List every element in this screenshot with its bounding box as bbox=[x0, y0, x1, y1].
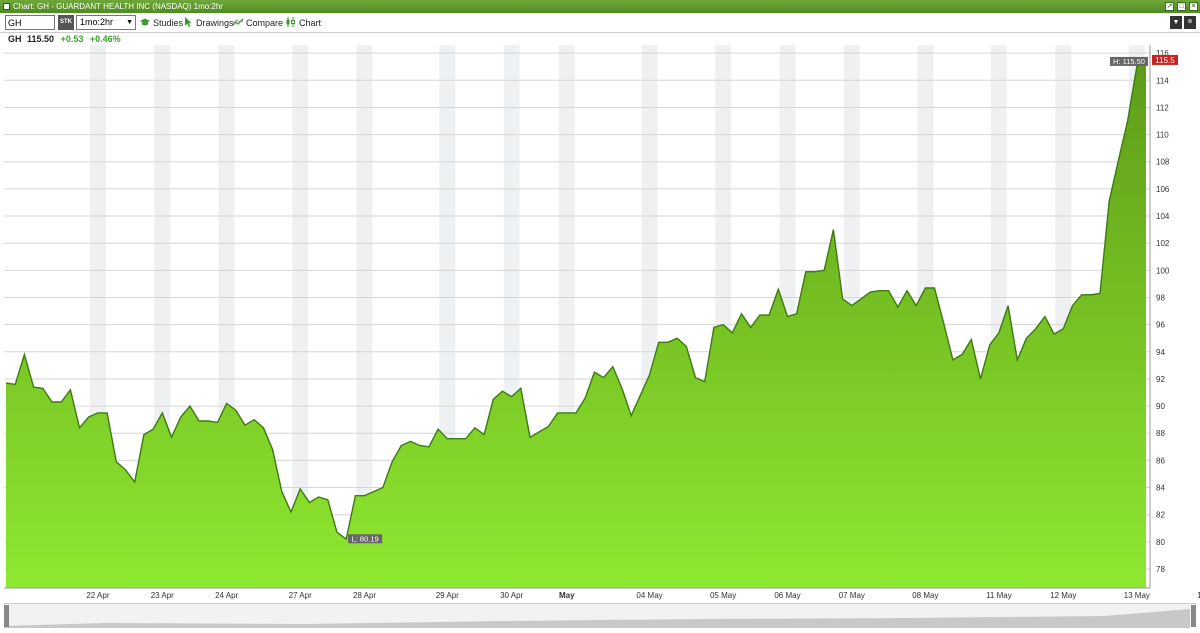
y-tick-label: 80 bbox=[1156, 538, 1165, 547]
y-tick-label: 88 bbox=[1156, 429, 1165, 438]
panel-dropdown-icon[interactable]: ▼ bbox=[1170, 16, 1182, 29]
quote-last-price: 115.50 bbox=[27, 34, 55, 44]
candlestick-icon bbox=[286, 17, 295, 27]
compare-label: Compare bbox=[246, 18, 284, 28]
navigator-preview bbox=[4, 609, 1190, 628]
drawings-button[interactable]: Drawings bbox=[183, 16, 234, 30]
compare-button[interactable]: Compare bbox=[233, 16, 283, 30]
chart-toolbar: STK 1mo:2hr ▼ Studies Drawings Compare C… bbox=[0, 13, 1200, 33]
quote-change: +0.53 bbox=[60, 34, 84, 44]
x-tick-label: 27 Apr bbox=[289, 591, 312, 600]
window-title: Chart: GH - GUARDANT HEALTH INC (NASDAQ)… bbox=[13, 2, 223, 11]
navigator-left-handle[interactable] bbox=[4, 605, 9, 627]
window-app-icon bbox=[3, 3, 10, 10]
quote-change-percent: +0.46% bbox=[89, 34, 121, 44]
studies-label: Studies bbox=[153, 18, 184, 28]
x-tick-label: 12 May bbox=[1050, 591, 1076, 600]
x-tick-label: 24 Apr bbox=[215, 591, 238, 600]
high-marker: H: 115.50 bbox=[1110, 56, 1148, 66]
x-tick-label: 13 May bbox=[1124, 591, 1150, 600]
window-title-bar: Chart: GH - GUARDANT HEALTH INC (NASDAQ)… bbox=[0, 0, 1200, 13]
y-tick-label: 94 bbox=[1156, 348, 1165, 357]
quote-symbol: GH bbox=[8, 34, 22, 44]
y-tick-label: 112 bbox=[1156, 103, 1169, 112]
x-tick-label: 07 May bbox=[839, 591, 865, 600]
x-tick-label: 06 May bbox=[774, 591, 800, 600]
last-price-tag: 115.5 bbox=[1152, 54, 1178, 65]
low-label: L: 80.19 bbox=[352, 534, 379, 543]
studies-button[interactable]: Studies bbox=[140, 16, 183, 30]
y-tick-label: 114 bbox=[1156, 76, 1169, 85]
chevron-down-icon: ▼ bbox=[126, 19, 133, 26]
price-chart[interactable]: 78 80 82 84 86 88 90 92 94 96 98 100 102 104 106 108 110… bbox=[0, 0, 1200, 631]
link-group-icon[interactable]: ⊚ bbox=[1184, 16, 1196, 29]
chart-type-button[interactable]: Chart bbox=[286, 16, 321, 30]
period-select-value: 1mo:2hr bbox=[80, 17, 114, 27]
y-tick-label: 106 bbox=[1156, 185, 1170, 194]
y-tick-label: 82 bbox=[1156, 511, 1165, 520]
y-tick-label: 108 bbox=[1156, 158, 1170, 167]
y-tick-label: 98 bbox=[1156, 293, 1165, 302]
security-type-button[interactable]: STK bbox=[58, 15, 74, 30]
quote-summary: GH 115.50 +0.53 +0.46% bbox=[8, 34, 121, 44]
y-tick-label: 92 bbox=[1156, 375, 1165, 384]
detach-window-icon[interactable]: ↗ bbox=[1165, 2, 1174, 11]
x-tick-label: 23 Apr bbox=[151, 591, 174, 600]
y-tick-label: 84 bbox=[1156, 484, 1165, 493]
pointer-icon bbox=[185, 17, 192, 27]
y-axis: 78 80 82 84 86 88 90 92 94 96 98 100 102 104 106 108 110… bbox=[1156, 49, 1170, 574]
y-tick-label: 100 bbox=[1156, 266, 1170, 275]
chart-label: Chart bbox=[299, 18, 322, 28]
navigator-right-handle[interactable] bbox=[1191, 605, 1196, 627]
period-select[interactable]: 1mo:2hr ▼ bbox=[76, 15, 136, 30]
y-tick-label: 104 bbox=[1156, 212, 1170, 221]
x-tick-label: 22 Apr bbox=[86, 591, 109, 600]
x-tick-label: May bbox=[559, 591, 575, 600]
x-tick-label: 05 May bbox=[710, 591, 736, 600]
x-tick-label: 28 Apr bbox=[353, 591, 376, 600]
x-axis: 22 Apr 23 Apr 24 Apr 27 Apr 28 Apr 29 Apr 30 A… bbox=[86, 591, 1200, 600]
drawings-label: Drawings bbox=[196, 18, 234, 28]
x-tick-label: 08 May bbox=[912, 591, 938, 600]
maximize-window-icon[interactable]: □ bbox=[1177, 2, 1186, 11]
y-tick-label: 102 bbox=[1156, 239, 1170, 248]
last-price-label: 115.5 bbox=[1155, 56, 1175, 65]
low-marker: L: 80.19 bbox=[348, 534, 383, 544]
high-label: H: 115.50 bbox=[1113, 57, 1145, 66]
symbol-input[interactable] bbox=[5, 15, 55, 30]
y-tick-label: 110 bbox=[1156, 131, 1169, 140]
close-window-icon[interactable]: ✕ bbox=[1189, 2, 1198, 11]
y-tick-label: 90 bbox=[1156, 402, 1165, 411]
y-tick-label: 96 bbox=[1156, 321, 1165, 330]
x-tick-label: 29 Apr bbox=[436, 591, 459, 600]
graduation-cap-icon bbox=[140, 18, 150, 26]
x-tick-label: 30 Apr bbox=[500, 591, 523, 600]
compare-lines-icon bbox=[233, 18, 243, 26]
x-tick-label: 04 May bbox=[636, 591, 662, 600]
y-tick-label: 86 bbox=[1156, 456, 1165, 465]
y-tick-label: 78 bbox=[1156, 565, 1165, 574]
time-navigator[interactable] bbox=[4, 603, 1196, 628]
x-tick-label: 11 May bbox=[986, 591, 1012, 600]
